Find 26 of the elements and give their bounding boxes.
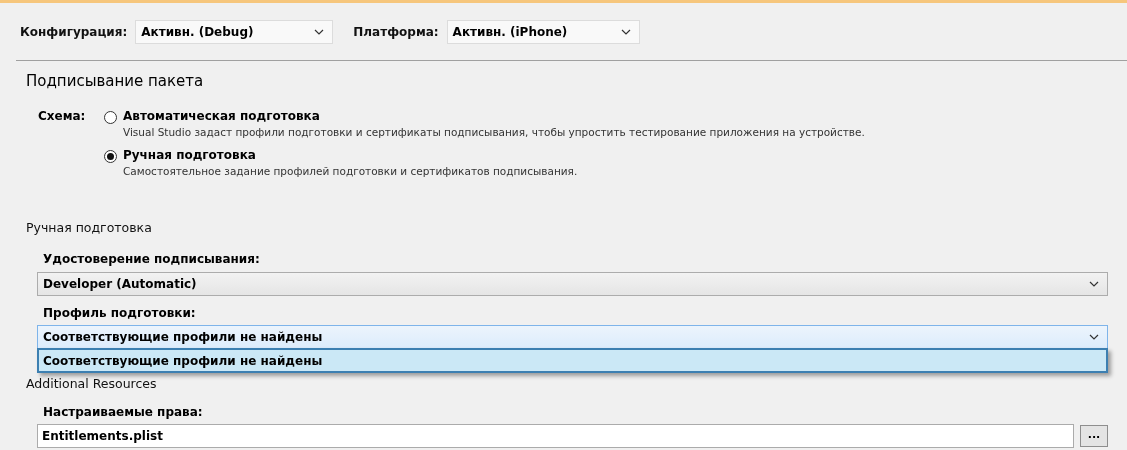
configuration-dropdown[interactable]: Активн. (Debug) xyxy=(135,20,334,44)
chevron-down-icon xyxy=(1089,334,1099,340)
section-title: Подписывание пакета xyxy=(26,72,205,90)
field-label: Профиль подготовки: xyxy=(43,306,197,320)
configuration-label: Конфигурация: xyxy=(20,25,128,39)
scheme-label: Схема: xyxy=(38,109,87,125)
subsection-title: Ручная подготовка xyxy=(26,220,153,235)
platform-dropdown[interactable]: Активн. (iPhone) xyxy=(446,20,640,44)
field-label: Удостоверение подписывания: xyxy=(43,252,261,266)
option-label[interactable]: Автоматическая подготовка xyxy=(123,109,865,123)
chevron-down-icon xyxy=(1089,281,1099,287)
option-description: Visual Studio задаст профили подготовки и сертификаты подписывания, чтобы упростить тестирование приложения на устройстве. xyxy=(123,126,865,138)
option-description: Самостоятельное задание профилей подготовки и сертификатов подписывания. xyxy=(123,165,578,177)
browse-button[interactable]: ... xyxy=(1080,425,1108,447)
radio-button[interactable] xyxy=(104,111,117,124)
chevron-down-icon xyxy=(620,29,631,35)
platform-label: Платформа: xyxy=(353,25,439,39)
profile-dropdown[interactable]: Соответствующие профили не найдены xyxy=(37,325,1108,349)
entitlements-field[interactable]: Entitlements.plist xyxy=(37,424,1074,448)
subsection-title: Additional Resources xyxy=(26,376,158,391)
identity-dropdown[interactable]: Developer (Automatic) xyxy=(37,272,1108,296)
chevron-down-icon xyxy=(314,29,325,35)
option-label[interactable]: Ручная подготовка xyxy=(123,148,578,162)
field-label: Настраиваемые права: xyxy=(43,405,204,419)
radio-button[interactable] xyxy=(104,150,117,163)
dropdown-option[interactable]: Соответствующие профили не найдены xyxy=(39,350,1106,371)
